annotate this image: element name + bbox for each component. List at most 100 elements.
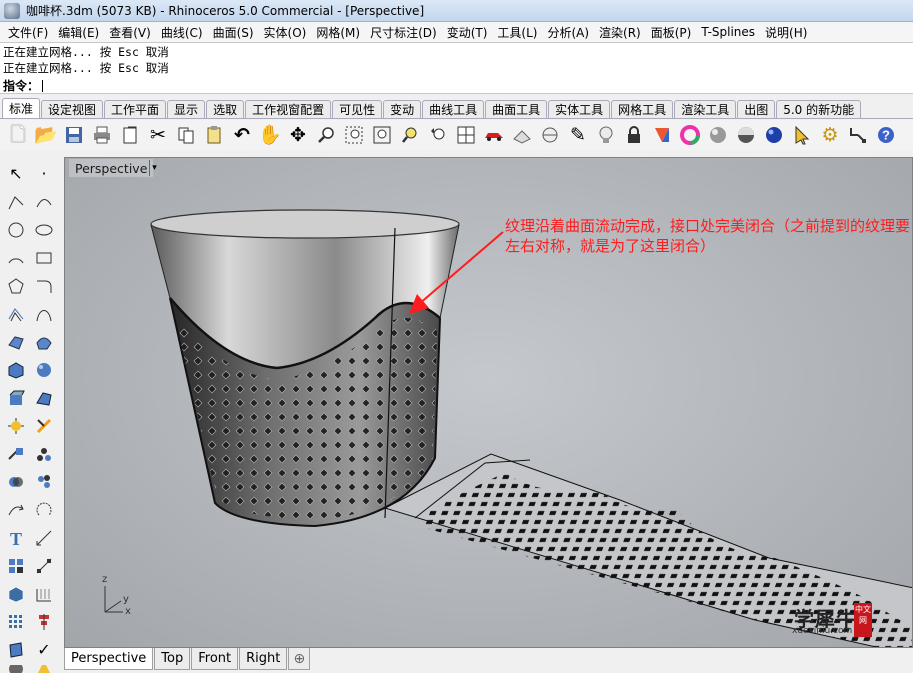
tab-visibility[interactable]: 可见性 xyxy=(332,100,383,118)
group-icon[interactable] xyxy=(31,469,57,495)
tab-curve-tools[interactable]: 曲线工具 xyxy=(422,100,485,118)
sphere-solid-icon[interactable] xyxy=(31,357,57,383)
save-icon[interactable] xyxy=(60,121,88,149)
chevron-down-icon[interactable]: ▾ xyxy=(149,160,159,176)
color-swatch-icon[interactable] xyxy=(648,121,676,149)
zoom-selected-icon[interactable] xyxy=(396,121,424,149)
tab-right[interactable]: Right xyxy=(239,648,288,670)
rotate-icon[interactable] xyxy=(31,497,57,523)
print-icon[interactable] xyxy=(88,121,116,149)
join-icon[interactable] xyxy=(31,441,57,467)
paste-icon[interactable] xyxy=(200,121,228,149)
align-icon[interactable] xyxy=(31,609,57,635)
dimension-icon[interactable] xyxy=(31,525,57,551)
snap-icon[interactable] xyxy=(844,121,872,149)
block-icon[interactable] xyxy=(3,553,29,579)
extrude-icon[interactable] xyxy=(3,385,29,411)
rotate-view-icon[interactable]: ✥ xyxy=(284,121,312,149)
zoom-dynamic-icon[interactable] xyxy=(312,121,340,149)
help-icon[interactable]: ? xyxy=(872,121,900,149)
add-viewport-icon[interactable]: ⊕ xyxy=(288,648,311,670)
surface-corner-icon[interactable] xyxy=(3,329,29,355)
fillet-curve-icon[interactable] xyxy=(31,273,57,299)
select-arrow-icon[interactable]: ↖ xyxy=(3,161,29,187)
import-icon[interactable] xyxy=(116,121,144,149)
sphere-material-icon[interactable] xyxy=(704,121,732,149)
menu-transform[interactable]: 变动(T) xyxy=(442,24,493,41)
menu-panels[interactable]: 面板(P) xyxy=(646,24,697,41)
lock-icon[interactable] xyxy=(620,121,648,149)
trim-icon[interactable] xyxy=(31,413,57,439)
sphere-shaded-icon[interactable] xyxy=(732,121,760,149)
menu-edit[interactable]: 编辑(E) xyxy=(53,24,104,41)
mesh-box-icon[interactable] xyxy=(3,581,29,607)
color-wheel-icon[interactable] xyxy=(676,121,704,149)
tab-display[interactable]: 显示 xyxy=(167,100,206,118)
tab-transform[interactable]: 变动 xyxy=(383,100,422,118)
ellipse-icon[interactable] xyxy=(31,217,57,243)
move-icon[interactable] xyxy=(3,497,29,523)
arc-icon[interactable] xyxy=(3,245,29,271)
text-icon[interactable]: T xyxy=(3,525,29,551)
options-gear-icon[interactable]: ⚙ xyxy=(816,121,844,149)
cut-icon[interactable]: ✂ xyxy=(144,121,172,149)
tab-perspective[interactable]: Perspective xyxy=(64,648,154,670)
menu-solid[interactable]: 实体(O) xyxy=(259,24,312,41)
loft-icon[interactable] xyxy=(31,385,57,411)
tab-surface-tools[interactable]: 曲面工具 xyxy=(485,100,548,118)
command-input-caret[interactable] xyxy=(42,79,44,92)
grid-plane-icon[interactable] xyxy=(508,121,536,149)
menu-curve[interactable]: 曲线(C) xyxy=(156,24,208,41)
split-icon[interactable] xyxy=(3,441,29,467)
undo-view-icon[interactable] xyxy=(424,121,452,149)
tab-top[interactable]: Top xyxy=(154,648,191,670)
coffee-cup-model[interactable] xyxy=(150,209,460,528)
tab-mesh-tools[interactable]: 网格工具 xyxy=(611,100,674,118)
menu-surface[interactable]: 曲面(S) xyxy=(208,24,259,41)
tab-cplanes[interactable]: 工作平面 xyxy=(104,100,167,118)
tab-set-view[interactable]: 设定视图 xyxy=(41,100,104,118)
undo-icon[interactable]: ↶ xyxy=(228,121,256,149)
pan-hand-icon[interactable]: ✋ xyxy=(256,121,284,149)
zoom-extents-icon[interactable] xyxy=(368,121,396,149)
box-solid-icon[interactable] xyxy=(3,357,29,383)
array-icon[interactable] xyxy=(3,609,29,635)
shell-icon[interactable] xyxy=(3,637,29,663)
tab-front[interactable]: Front xyxy=(191,648,239,670)
new-file-icon[interactable]: 🗋 xyxy=(4,121,32,149)
menu-view[interactable]: 查看(V) xyxy=(104,24,156,41)
viewport-title[interactable]: Perspective xyxy=(69,159,154,177)
light-icon[interactable] xyxy=(31,665,57,673)
car-render-icon[interactable] xyxy=(480,121,508,149)
menu-dimension[interactable]: 尺寸标注(D) xyxy=(365,24,442,41)
select-filter-icon[interactable] xyxy=(788,121,816,149)
mesh-preview-icon[interactable] xyxy=(536,121,564,149)
check-icon[interactable]: ✓ xyxy=(31,637,57,663)
four-viewports-icon[interactable] xyxy=(452,121,480,149)
menu-analyze[interactable]: 分析(A) xyxy=(542,24,594,41)
tab-standard[interactable]: 标准 xyxy=(2,98,41,118)
render-mesh-icon[interactable] xyxy=(3,665,29,673)
copy-icon[interactable] xyxy=(172,121,200,149)
light-bulb-icon[interactable] xyxy=(592,121,620,149)
menu-file[interactable]: 文件(F) xyxy=(3,24,53,41)
curve-icon[interactable] xyxy=(31,189,57,215)
pen-tool-icon[interactable]: ✎ xyxy=(564,121,592,149)
explode-icon[interactable] xyxy=(3,413,29,439)
perspective-viewport[interactable]: Perspective ▾ 纹理沿着曲面流动完成，接口处完美闭合（之前提到的纹理… xyxy=(64,157,913,648)
open-folder-icon[interactable]: 📂 xyxy=(32,121,60,149)
tab-drafting[interactable]: 出图 xyxy=(737,100,776,118)
point-icon[interactable]: · xyxy=(31,161,57,187)
mesh-grid-icon[interactable] xyxy=(31,581,57,607)
polygon-icon[interactable] xyxy=(3,273,29,299)
freeform-curve-icon[interactable] xyxy=(31,301,57,327)
tab-new-in-v5[interactable]: 5.0 的新功能 xyxy=(776,100,862,118)
offset-curve-icon[interactable] xyxy=(3,301,29,327)
boolean-union-icon[interactable] xyxy=(3,469,29,495)
polyline-icon[interactable] xyxy=(3,189,29,215)
circle-icon[interactable] xyxy=(3,217,29,243)
sphere-blue-icon[interactable] xyxy=(760,121,788,149)
menu-tools[interactable]: 工具(L) xyxy=(492,24,542,41)
tab-render-tools[interactable]: 渲染工具 xyxy=(674,100,737,118)
tab-select[interactable]: 选取 xyxy=(206,100,245,118)
